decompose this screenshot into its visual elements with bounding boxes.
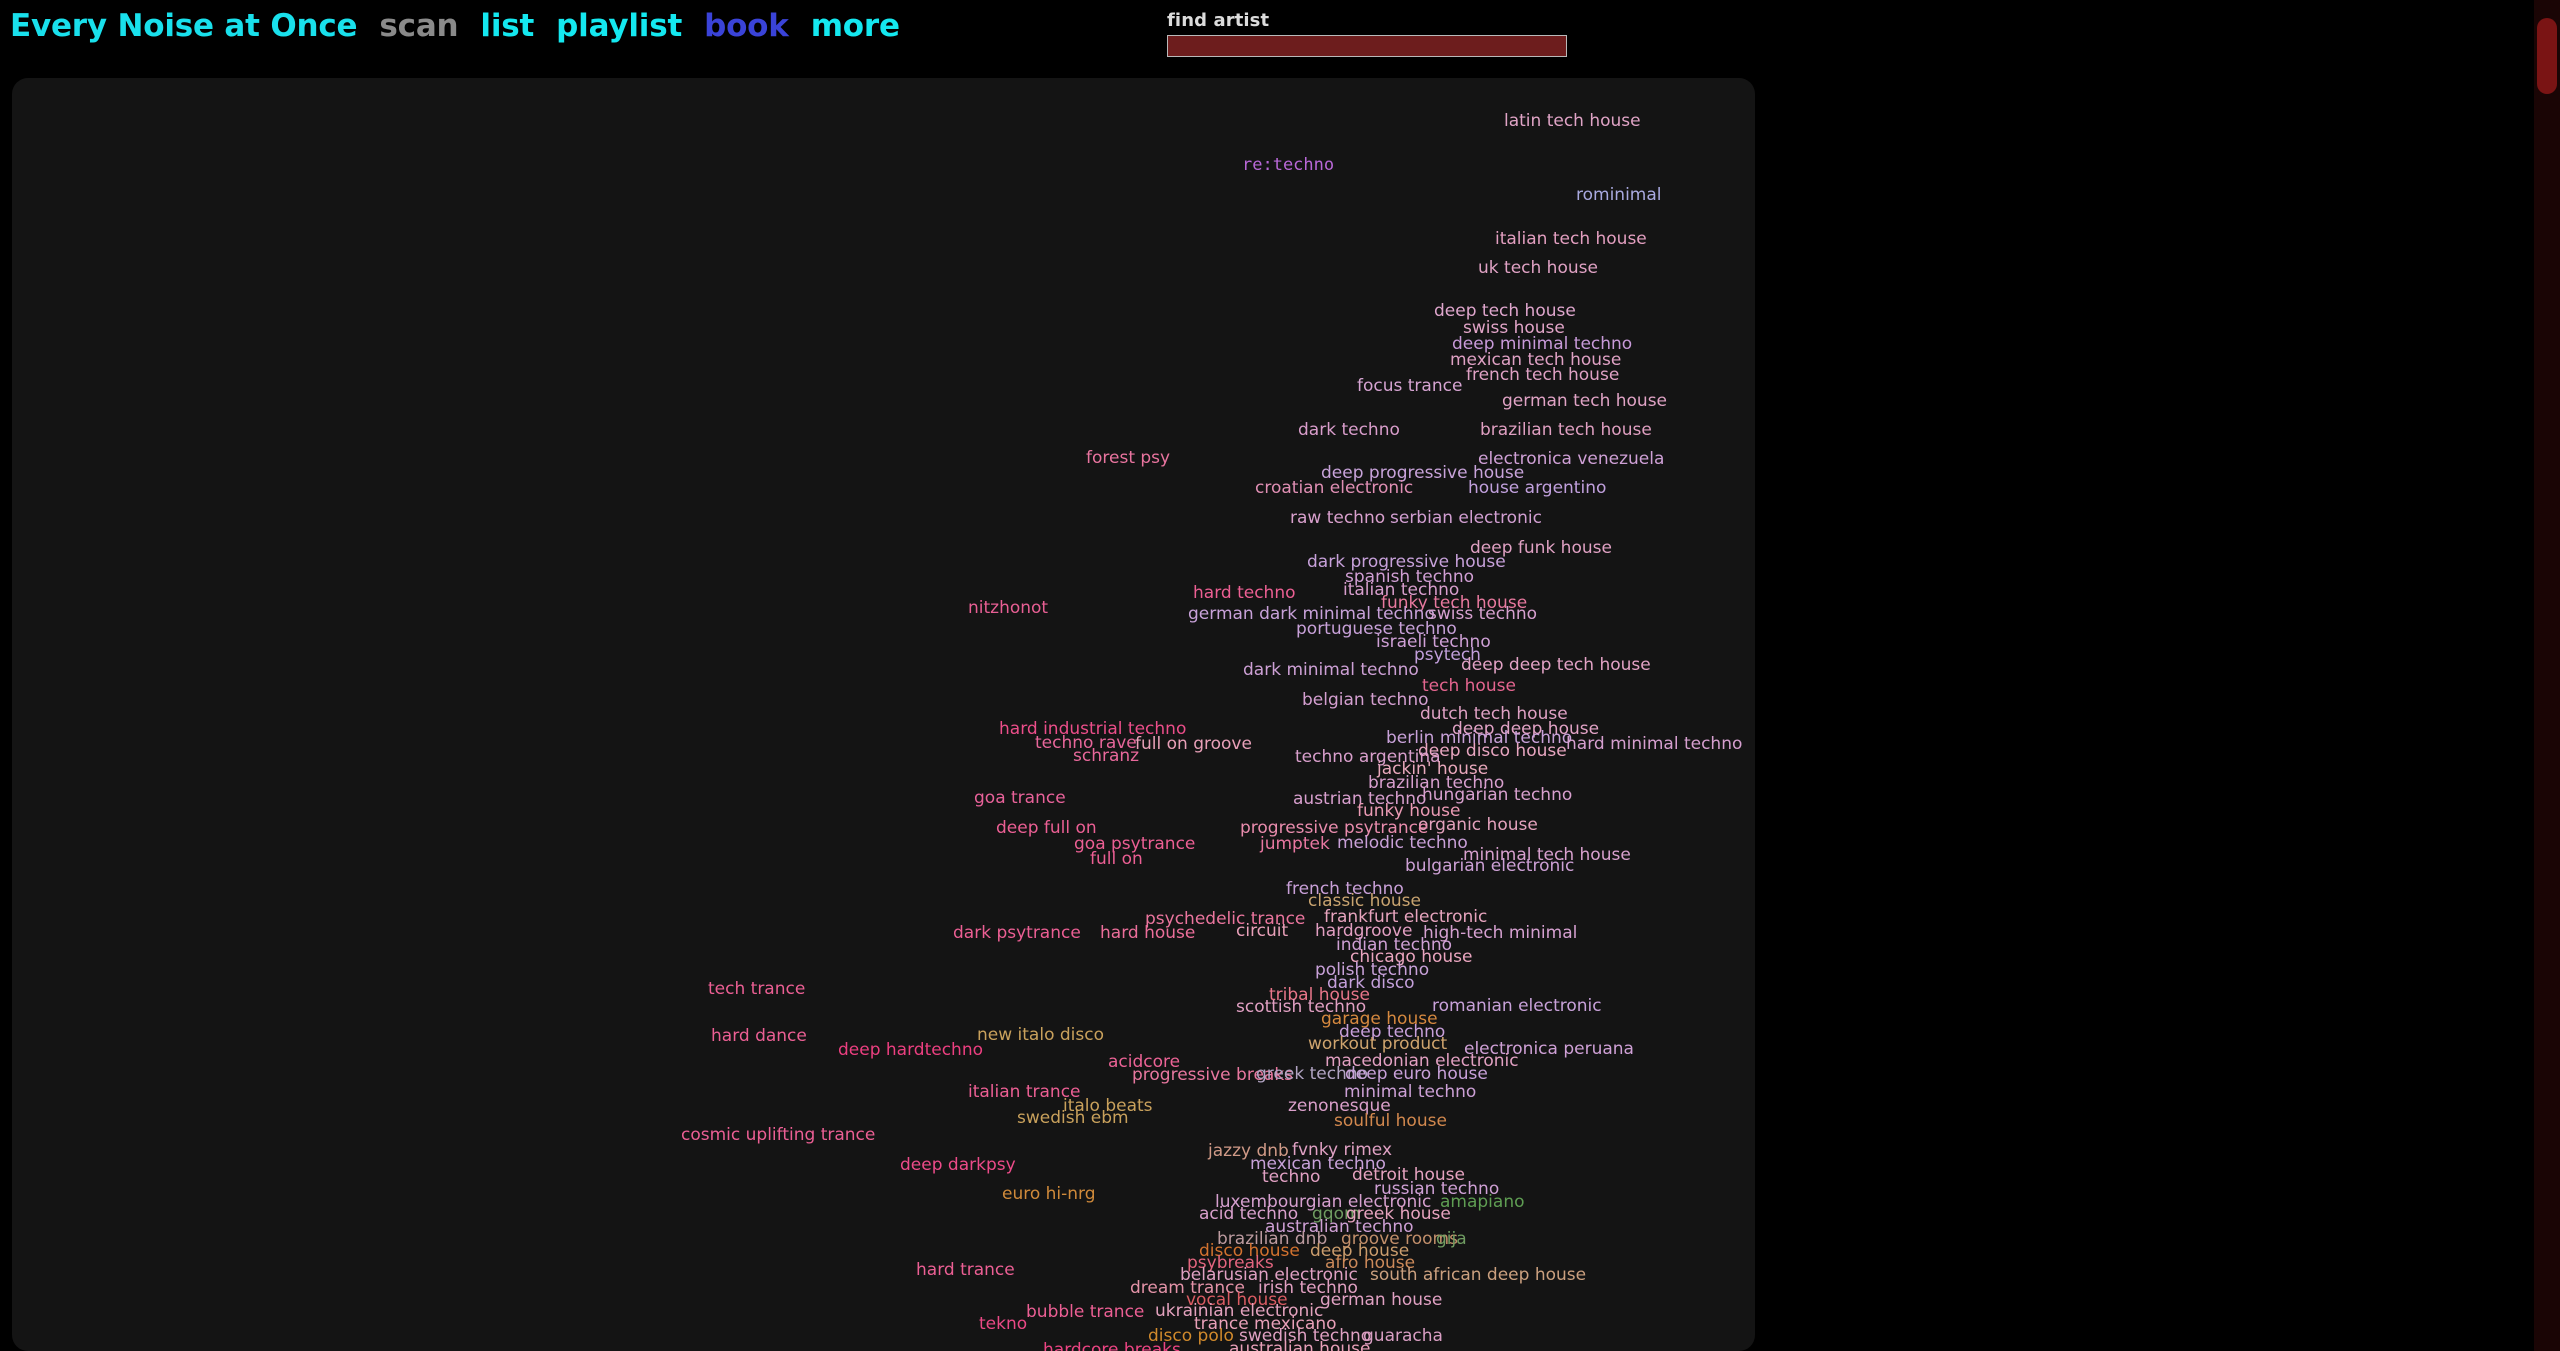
genre-label[interactable]: french tech house	[1466, 367, 1619, 384]
genre-label[interactable]: euro hi-nrg	[1002, 1186, 1096, 1203]
genre-label[interactable]: swedish ebm	[1017, 1110, 1129, 1127]
genre-label[interactable]: dark psytrance	[953, 925, 1081, 942]
genre-label[interactable]: deep euro house	[1345, 1066, 1488, 1083]
nav-link-playlist[interactable]: playlist	[556, 8, 682, 44]
genre-label[interactable]: bubble trance	[1026, 1304, 1144, 1321]
nav-link-more[interactable]: more	[811, 8, 900, 44]
genre-label[interactable]: new italo disco	[977, 1027, 1104, 1044]
genre-label[interactable]: croatian electronic	[1255, 480, 1413, 497]
genre-label[interactable]: full on	[1090, 851, 1143, 868]
genre-label[interactable]: latin tech house	[1504, 113, 1641, 130]
find-artist-input[interactable]	[1167, 35, 1567, 57]
genre-label[interactable]: hard dance	[711, 1028, 807, 1045]
genre-label[interactable]: cosmic uplifting trance	[681, 1127, 875, 1144]
brand-and-nav: Every Noise at Once scan list playlist book m…	[10, 8, 900, 44]
genre-label[interactable]: nitzhonot	[968, 600, 1048, 617]
genre-label[interactable]: uk tech house	[1478, 260, 1598, 277]
site-title: Every Noise at Once	[10, 8, 358, 44]
genre-label[interactable]: serbian electronic	[1390, 510, 1542, 527]
genre-label[interactable]: hard techno	[1193, 585, 1296, 602]
genre-label[interactable]: tech house	[1422, 678, 1516, 695]
genre-label[interactable]: full on groove	[1135, 736, 1252, 753]
genre-label[interactable]: australian house	[1229, 1341, 1370, 1351]
genre-label[interactable]: soulful house	[1334, 1113, 1447, 1130]
genre-map-panel[interactable]: latin tech house re:techno rominimal italia…	[12, 78, 1755, 1351]
genre-label[interactable]: deep deep tech house	[1461, 657, 1651, 674]
genre-label[interactable]: forest psy	[1086, 450, 1170, 467]
scrollbar-thumb[interactable]	[2537, 18, 2557, 94]
genre-label[interactable]: belgian techno	[1302, 692, 1429, 709]
page-root: Every Noise at Once scan list playlist book m…	[0, 0, 2560, 1351]
genre-label[interactable]: re:techno	[1242, 157, 1334, 174]
nav-link-book[interactable]: book	[704, 8, 789, 44]
genre-label[interactable]: gija	[1436, 1231, 1467, 1248]
page-scrollbar[interactable]	[2534, 0, 2560, 1351]
find-artist-group: find artist	[1167, 12, 1569, 57]
genre-label[interactable]: tech trance	[708, 981, 805, 998]
genre-label[interactable]: rominimal	[1576, 187, 1662, 204]
genre-label[interactable]: raw techno	[1290, 510, 1385, 527]
genre-label[interactable]: deep hardtechno	[838, 1042, 983, 1059]
genre-label[interactable]: deep darkpsy	[900, 1157, 1016, 1174]
genre-label[interactable]: german house	[1320, 1292, 1442, 1309]
genre-label[interactable]: hard house	[1100, 925, 1195, 942]
genre-label[interactable]: melodic techno	[1337, 835, 1468, 852]
genre-label[interactable]: guaracha	[1363, 1328, 1443, 1345]
genre-label[interactable]: hardcore breaks	[1043, 1342, 1181, 1351]
genre-label[interactable]: jumptek	[1260, 836, 1330, 853]
genre-label[interactable]: romanian electronic	[1432, 998, 1602, 1015]
genre-label[interactable]: bulgarian electronic	[1405, 858, 1574, 875]
site-header: Every Noise at Once scan list playlist book m…	[0, 0, 2560, 72]
nav-link-scan[interactable]: scan	[379, 8, 458, 44]
genre-label[interactable]: brazilian tech house	[1480, 422, 1652, 439]
genre-label[interactable]: amapiano	[1440, 1194, 1525, 1211]
genre-label[interactable]: tekno	[979, 1316, 1027, 1333]
genre-label[interactable]: dark techno	[1298, 422, 1400, 439]
genre-label[interactable]: german tech house	[1502, 393, 1667, 410]
genre-label[interactable]: goa trance	[974, 790, 1066, 807]
genre-label[interactable]: italian tech house	[1495, 231, 1647, 248]
genre-label[interactable]: circuit	[1236, 923, 1288, 940]
find-artist-label: find artist	[1167, 10, 1270, 31]
genre-label[interactable]: hard trance	[916, 1262, 1015, 1279]
nav-link-list[interactable]: list	[480, 8, 534, 44]
genre-label[interactable]: dark minimal techno	[1243, 662, 1419, 679]
genre-label[interactable]: hard minimal techno	[1566, 736, 1742, 753]
genre-label[interactable]: south african deep house	[1370, 1267, 1586, 1284]
genre-label[interactable]: techno	[1262, 1169, 1320, 1186]
genre-label[interactable]: schranz	[1073, 748, 1139, 765]
genre-label[interactable]: focus trance	[1357, 378, 1462, 395]
genre-label[interactable]: organic house	[1418, 817, 1538, 834]
genre-label[interactable]: house argentino	[1468, 480, 1606, 497]
